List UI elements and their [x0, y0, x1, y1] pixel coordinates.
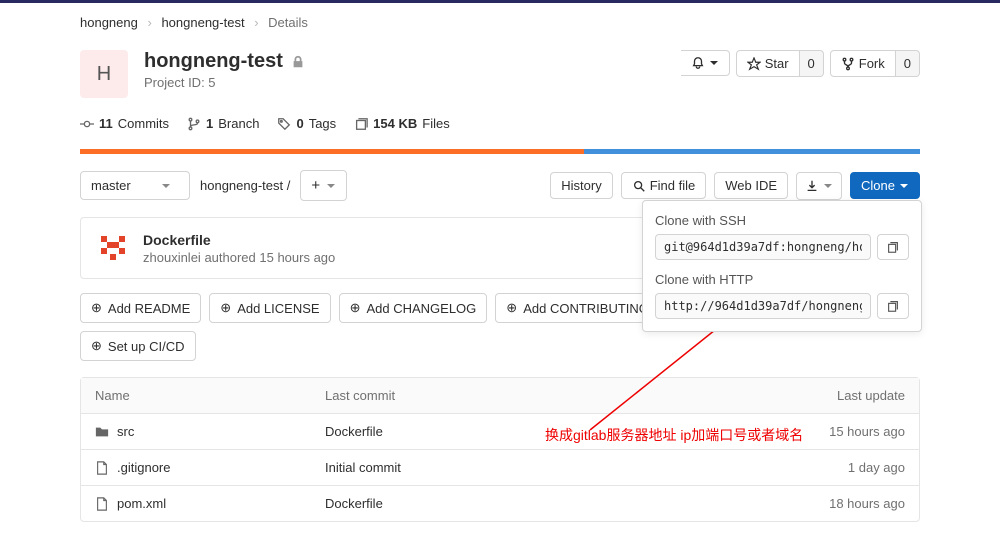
- copy-http-button[interactable]: [877, 293, 909, 319]
- file-icon: [95, 461, 109, 475]
- web-ide-button[interactable]: Web IDE: [714, 172, 788, 199]
- search-icon: [632, 179, 646, 193]
- find-file-button[interactable]: Find file: [621, 172, 707, 199]
- stat-commits[interactable]: 11Commits: [80, 116, 169, 131]
- clone-ssh-label: Clone with SSH: [655, 213, 909, 228]
- chevron-down-icon: [161, 181, 171, 191]
- star-label: Star: [765, 56, 789, 71]
- commit-title[interactable]: Dockerfile: [143, 232, 335, 248]
- chevron-down-icon: [899, 181, 909, 191]
- copy-icon: [886, 299, 900, 313]
- folder-icon: [95, 425, 109, 439]
- add-changelog-button[interactable]: ⊕Add CHANGELOG: [339, 293, 488, 323]
- breadcrumb-page: Details: [268, 15, 308, 30]
- table-header-update: Last update: [785, 388, 905, 403]
- chevron-down-icon: [709, 58, 719, 68]
- fork-label: Fork: [859, 56, 885, 71]
- table-row[interactable]: pom.xml Dockerfile 18 hours ago: [81, 486, 919, 521]
- breadcrumb-root[interactable]: hongneng: [80, 15, 138, 30]
- fork-button[interactable]: Fork: [830, 50, 896, 77]
- plus-icon: ⊕: [91, 300, 102, 316]
- project-title: hongneng-test: [144, 50, 283, 73]
- add-license-button[interactable]: ⊕Add LICENSE: [209, 293, 330, 323]
- language-bar: [80, 149, 920, 154]
- fork-count: 0: [896, 50, 920, 77]
- notification-button[interactable]: [681, 50, 730, 76]
- project-avatar: H: [80, 50, 128, 98]
- add-readme-button[interactable]: ⊕Add README: [80, 293, 201, 323]
- breadcrumb-project[interactable]: hongneng-test: [161, 15, 244, 30]
- files-icon: [354, 117, 368, 131]
- annotation-text: 换成gitlab服务器地址 ip加端口号或者域名: [545, 425, 803, 445]
- plus-icon: ⊕: [506, 300, 517, 316]
- copy-icon: [886, 240, 900, 254]
- stat-files[interactable]: 154 KBFiles: [354, 116, 450, 131]
- setup-cicd-button[interactable]: ⊕Set up CI/CD: [80, 331, 196, 361]
- repo-path[interactable]: hongneng-test /: [200, 178, 290, 193]
- plus-icon: ⊕: [91, 338, 102, 354]
- table-header-name: Name: [95, 388, 325, 403]
- branch-icon: [187, 117, 201, 131]
- lock-icon: [291, 55, 305, 69]
- stat-branches[interactable]: 1Branch: [187, 116, 259, 131]
- commit-icon: [80, 117, 94, 131]
- copy-ssh-button[interactable]: [877, 234, 909, 260]
- history-button[interactable]: History: [550, 172, 612, 199]
- breadcrumb: hongneng › hongneng-test › Details: [80, 3, 920, 40]
- plus-icon: ⊕: [220, 300, 231, 316]
- commit-meta: zhouxinlei authored 15 hours ago: [143, 250, 335, 265]
- branch-select[interactable]: master: [80, 171, 190, 200]
- plus-icon: ⊕: [350, 300, 361, 316]
- add-contributing-button[interactable]: ⊕Add CONTRIBUTING: [495, 293, 660, 323]
- chevron-down-icon: [326, 181, 336, 191]
- download-button[interactable]: [796, 172, 842, 200]
- stat-tags[interactable]: 0Tags: [277, 116, 336, 131]
- clone-http-label: Clone with HTTP: [655, 272, 909, 287]
- project-id: Project ID: 5: [144, 75, 305, 90]
- table-header-commit: Last commit: [325, 388, 785, 403]
- files-table: Name Last commit Last update src Dockerf…: [80, 377, 920, 522]
- file-icon: [95, 497, 109, 511]
- star-count: 0: [800, 50, 824, 77]
- table-row[interactable]: .gitignore Initial commit 1 day ago: [81, 450, 919, 486]
- clone-button[interactable]: Clone: [850, 172, 920, 199]
- chevron-down-icon: [823, 181, 833, 191]
- clone-http-input[interactable]: [655, 293, 871, 319]
- clone-dropdown: Clone with SSH Clone with HTTP: [642, 200, 922, 332]
- download-icon: [805, 179, 819, 193]
- add-dropdown[interactable]: +: [300, 170, 347, 201]
- clone-ssh-input[interactable]: [655, 234, 871, 260]
- star-button[interactable]: Star: [736, 50, 800, 77]
- commit-avatar: [95, 230, 131, 266]
- tag-icon: [277, 117, 291, 131]
